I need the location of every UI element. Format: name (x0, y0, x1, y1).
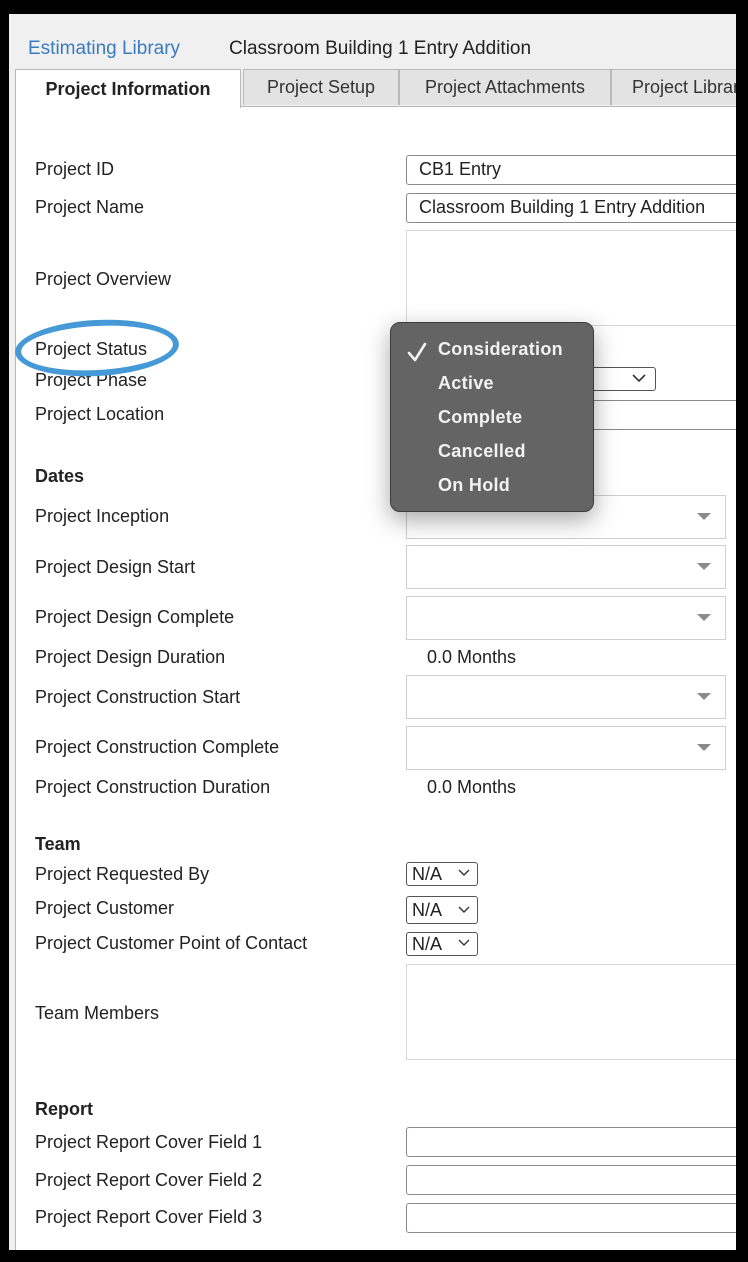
report-cover-field-3-label: Project Report Cover Field 3 (35, 1207, 263, 1227)
project-customer-select[interactable]: N/A (406, 896, 478, 924)
project-design-start-label: Project Design Start (35, 557, 196, 577)
report-cover-field-2-label: Project Report Cover Field 2 (35, 1170, 263, 1190)
report-cover-field-1-label: Project Report Cover Field 1 (35, 1132, 263, 1152)
tab-project-information[interactable]: Project Information (15, 69, 241, 108)
tab-project-setup[interactable]: Project Setup (243, 69, 399, 105)
project-construction-duration-label: Project Construction Duration (35, 777, 271, 797)
project-id-input[interactable]: CB1 Entry (406, 155, 736, 185)
chevron-down-icon (458, 906, 470, 913)
dates-heading: Dates (35, 466, 85, 486)
project-name-input[interactable]: Classroom Building 1 Entry Addition (406, 193, 736, 223)
header: Estimating Library Classroom Building 1 … (9, 14, 736, 70)
status-option-complete[interactable]: Complete (438, 407, 522, 428)
project-requested-by-value: N/A (412, 864, 443, 884)
team-members-textarea[interactable] (406, 964, 736, 1060)
project-construction-complete-label: Project Construction Complete (35, 737, 280, 757)
chevron-down-icon (458, 939, 470, 946)
project-customer-label: Project Customer (35, 898, 175, 918)
team-members-label: Team Members (35, 1003, 160, 1023)
project-overview-label: Project Overview (35, 269, 172, 289)
status-option-active[interactable]: Active (438, 373, 494, 394)
project-design-complete-date-picker[interactable] (406, 596, 726, 640)
project-customer-poc-value: N/A (412, 934, 443, 954)
caret-down-icon (697, 513, 711, 520)
project-design-complete-label: Project Design Complete (35, 607, 235, 627)
project-overview-textarea[interactable] (406, 230, 736, 326)
report-cover-field-2-input[interactable] (406, 1165, 736, 1195)
caret-down-icon (697, 744, 711, 751)
project-id-label: Project ID (35, 159, 115, 179)
status-option-cancelled[interactable]: Cancelled (438, 441, 526, 462)
project-requested-by-select[interactable]: N/A (406, 862, 478, 886)
tab-bar: Project Information Project Setup Projec… (9, 69, 736, 108)
caret-down-icon (697, 614, 711, 621)
team-heading: Team (35, 834, 81, 854)
report-cover-field-1-input[interactable] (406, 1127, 736, 1157)
project-inception-label: Project Inception (35, 506, 170, 526)
report-cover-field-3-input[interactable] (406, 1203, 736, 1233)
checkmark-icon (407, 342, 427, 362)
caret-down-icon (697, 563, 711, 570)
project-design-duration-value: 0.0 Months (427, 647, 517, 667)
report-heading: Report (35, 1099, 93, 1119)
project-construction-start-label: Project Construction Start (35, 687, 241, 707)
app-frame: Estimating Library Classroom Building 1 … (9, 14, 736, 1250)
project-design-start-date-picker[interactable] (406, 545, 726, 589)
status-option-consideration[interactable]: Consideration (438, 339, 563, 360)
breadcrumb-estimating-library-link[interactable]: Estimating Library (28, 38, 180, 60)
project-customer-value: N/A (412, 900, 443, 920)
chevron-down-icon (458, 869, 470, 876)
project-information-panel: Project ID CB1 Entry Project Name Classr… (15, 106, 736, 1250)
project-name-label: Project Name (35, 197, 145, 217)
project-design-duration-label: Project Design Duration (35, 647, 226, 667)
tab-project-attachments[interactable]: Project Attachments (399, 69, 611, 105)
project-requested-by-label: Project Requested By (35, 864, 210, 884)
project-status-dropdown-menu: Consideration Active Complete Cancelled … (390, 322, 594, 512)
project-construction-duration-value: 0.0 Months (427, 777, 517, 797)
status-option-on-hold[interactable]: On Hold (438, 475, 510, 496)
caret-down-icon (697, 693, 711, 700)
project-location-label: Project Location (35, 404, 165, 424)
project-customer-poc-label: Project Customer Point of Contact (35, 933, 308, 953)
page-title: Classroom Building 1 Entry Addition (229, 38, 532, 59)
project-construction-start-date-picker[interactable] (406, 675, 726, 719)
chevron-down-icon (632, 374, 646, 383)
project-construction-complete-date-picker[interactable] (406, 726, 726, 770)
project-customer-poc-select[interactable]: N/A (406, 932, 478, 956)
tab-project-library[interactable]: Project Library (611, 69, 736, 105)
